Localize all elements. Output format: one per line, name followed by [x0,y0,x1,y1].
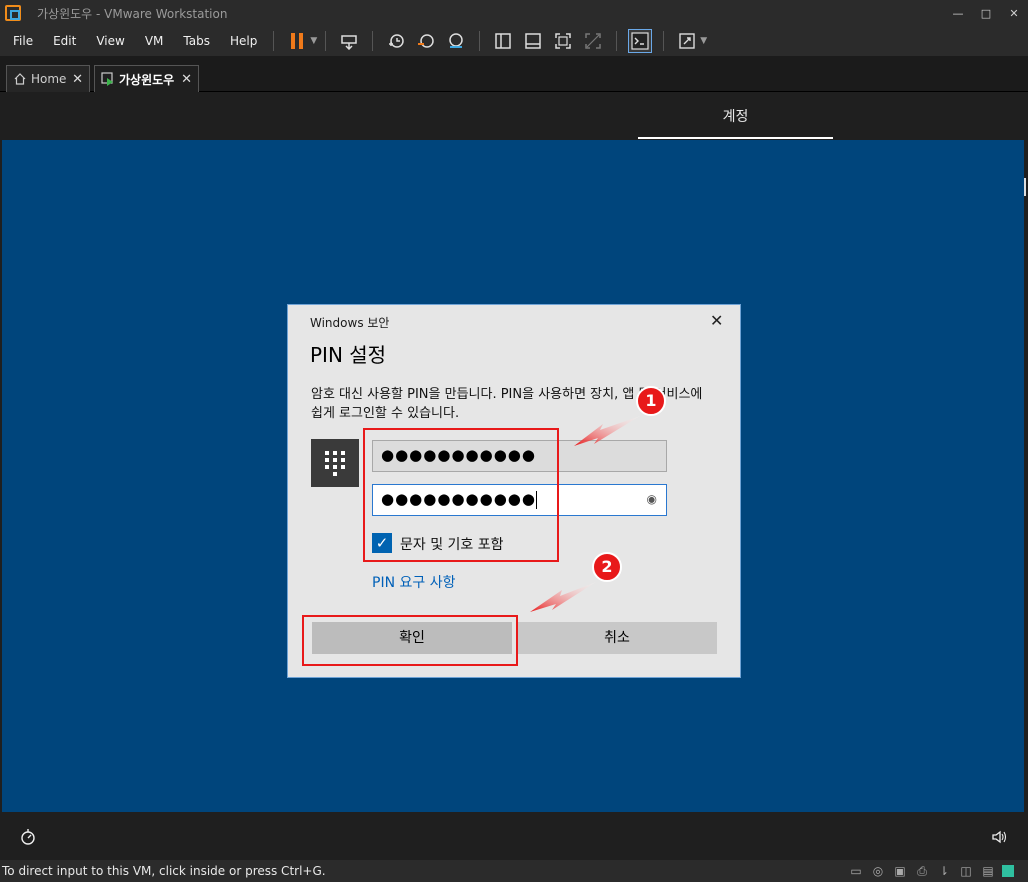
guest-settings-header: 계정 [2,92,1026,140]
fullscreen-icon [555,33,571,49]
show-thumbnail-bar-icon [525,33,541,49]
menu-edit[interactable]: Edit [41,34,84,48]
step-badge-2: 2 [592,552,622,582]
close-window-button[interactable]: ✕ [1000,0,1028,26]
stretch-guest-icon [679,33,695,49]
revert-snapshot-button[interactable] [415,30,437,52]
pause-button[interactable] [286,30,308,52]
snapshot-manager-button[interactable] [445,30,467,52]
scrollbar-thumb[interactable] [1024,178,1026,196]
close-tab-vm-icon[interactable]: ✕ [181,72,192,87]
menu-file[interactable]: File [0,34,41,48]
step-badge-1: 1 [636,386,666,416]
stretch-dropdown-icon[interactable]: ▼ [700,36,707,46]
keypad-icon [311,439,359,487]
show-library-button[interactable] [492,30,514,52]
printer-icon[interactable]: ⎙ [914,863,930,879]
sound-card-icon[interactable]: ◫ [958,863,974,879]
vmware-logo-icon [5,5,21,21]
snapshot-manager-icon [449,33,463,48]
thumbnail-bar-button[interactable] [522,30,544,52]
tab-vm[interactable]: 가상윈도우 ✕ [94,65,199,92]
menu-view[interactable]: View [84,34,132,48]
device-status-icons: ▭ ◎ ▣ ⎙ ⇂ ◫ ▤ [848,863,1014,879]
tab-bar: Home ✕ 가상윈도우 ✕ [0,56,1028,92]
console-view-icon [631,32,649,50]
send-ctrl-alt-del-icon [341,35,357,50]
dialog-caption: Windows 보안 [310,316,390,330]
toolbar-separator [372,31,374,51]
unity-icon [585,33,601,49]
toolbar-separator [273,31,275,51]
window-controls: — □ ✕ [944,0,1028,26]
toolbar-separator [479,31,481,51]
console-view-button[interactable] [628,29,653,53]
toolbar-separator [616,31,618,51]
dialog-close-icon[interactable]: ✕ [710,311,723,330]
menu-vm[interactable]: VM [133,34,172,48]
revert-snapshot-icon [418,34,434,48]
usb-icon[interactable]: ⇂ [936,863,952,879]
menu-tabs[interactable]: Tabs [171,34,218,48]
minimize-button[interactable]: — [944,0,972,26]
vm-running-icon [101,72,113,86]
dialog-heading: PIN 설정 [310,343,387,367]
title-bar: 가상윈도우 - VMware Workstation — □ ✕ [0,0,1028,26]
take-snapshot-button[interactable] [385,30,407,52]
pause-dropdown-icon[interactable]: ▼ [310,36,317,46]
ease-of-access-icon[interactable] [19,828,37,846]
toolbar-separator [663,31,665,51]
guest-footer [2,812,1026,860]
accounts-underline [638,137,833,139]
stretch-guest-button[interactable] [676,30,698,52]
home-icon [14,73,26,85]
maximize-button[interactable]: □ [972,0,1000,26]
pause-icon [291,33,304,49]
volume-icon[interactable] [990,828,1008,846]
accounts-title: 계정 [722,109,749,125]
close-tab-home-icon[interactable]: ✕ [72,72,83,87]
toolbar-separator [325,31,327,51]
fullscreen-button[interactable] [552,30,574,52]
tab-home-label: Home [31,72,67,86]
highlight-box-pin-fields [363,428,559,562]
show-library-icon [495,33,511,49]
display-icon[interactable]: ▤ [980,863,996,879]
status-message: To direct input to this VM, click inside… [2,864,326,878]
snapshot-icon [389,34,404,48]
tab-vm-label: 가상윈도우 [119,72,175,87]
unity-button[interactable] [582,30,604,52]
network-icon[interactable]: ▣ [892,863,908,879]
cancel-button[interactable]: 취소 [517,622,717,654]
menu-help[interactable]: Help [218,34,265,48]
status-bar: To direct input to this VM, click inside… [0,860,1028,882]
send-ctrl-alt-del-button[interactable] [338,30,360,52]
pin-requirements-link[interactable]: PIN 요구 사항 [372,572,455,592]
reveal-pin-icon[interactable]: ◉ [647,492,658,506]
highlight-box-ok-button [302,615,518,666]
cd-dvd-icon[interactable]: ◎ [870,863,886,879]
tab-home[interactable]: Home ✕ [6,65,90,92]
message-log-icon[interactable] [1002,865,1014,877]
window-title: 가상윈도우 - VMware Workstation [37,6,228,21]
menu-bar: File Edit View VM Tabs Help ▼ ▼ [0,26,1028,56]
hard-disk-icon[interactable]: ▭ [848,863,864,879]
